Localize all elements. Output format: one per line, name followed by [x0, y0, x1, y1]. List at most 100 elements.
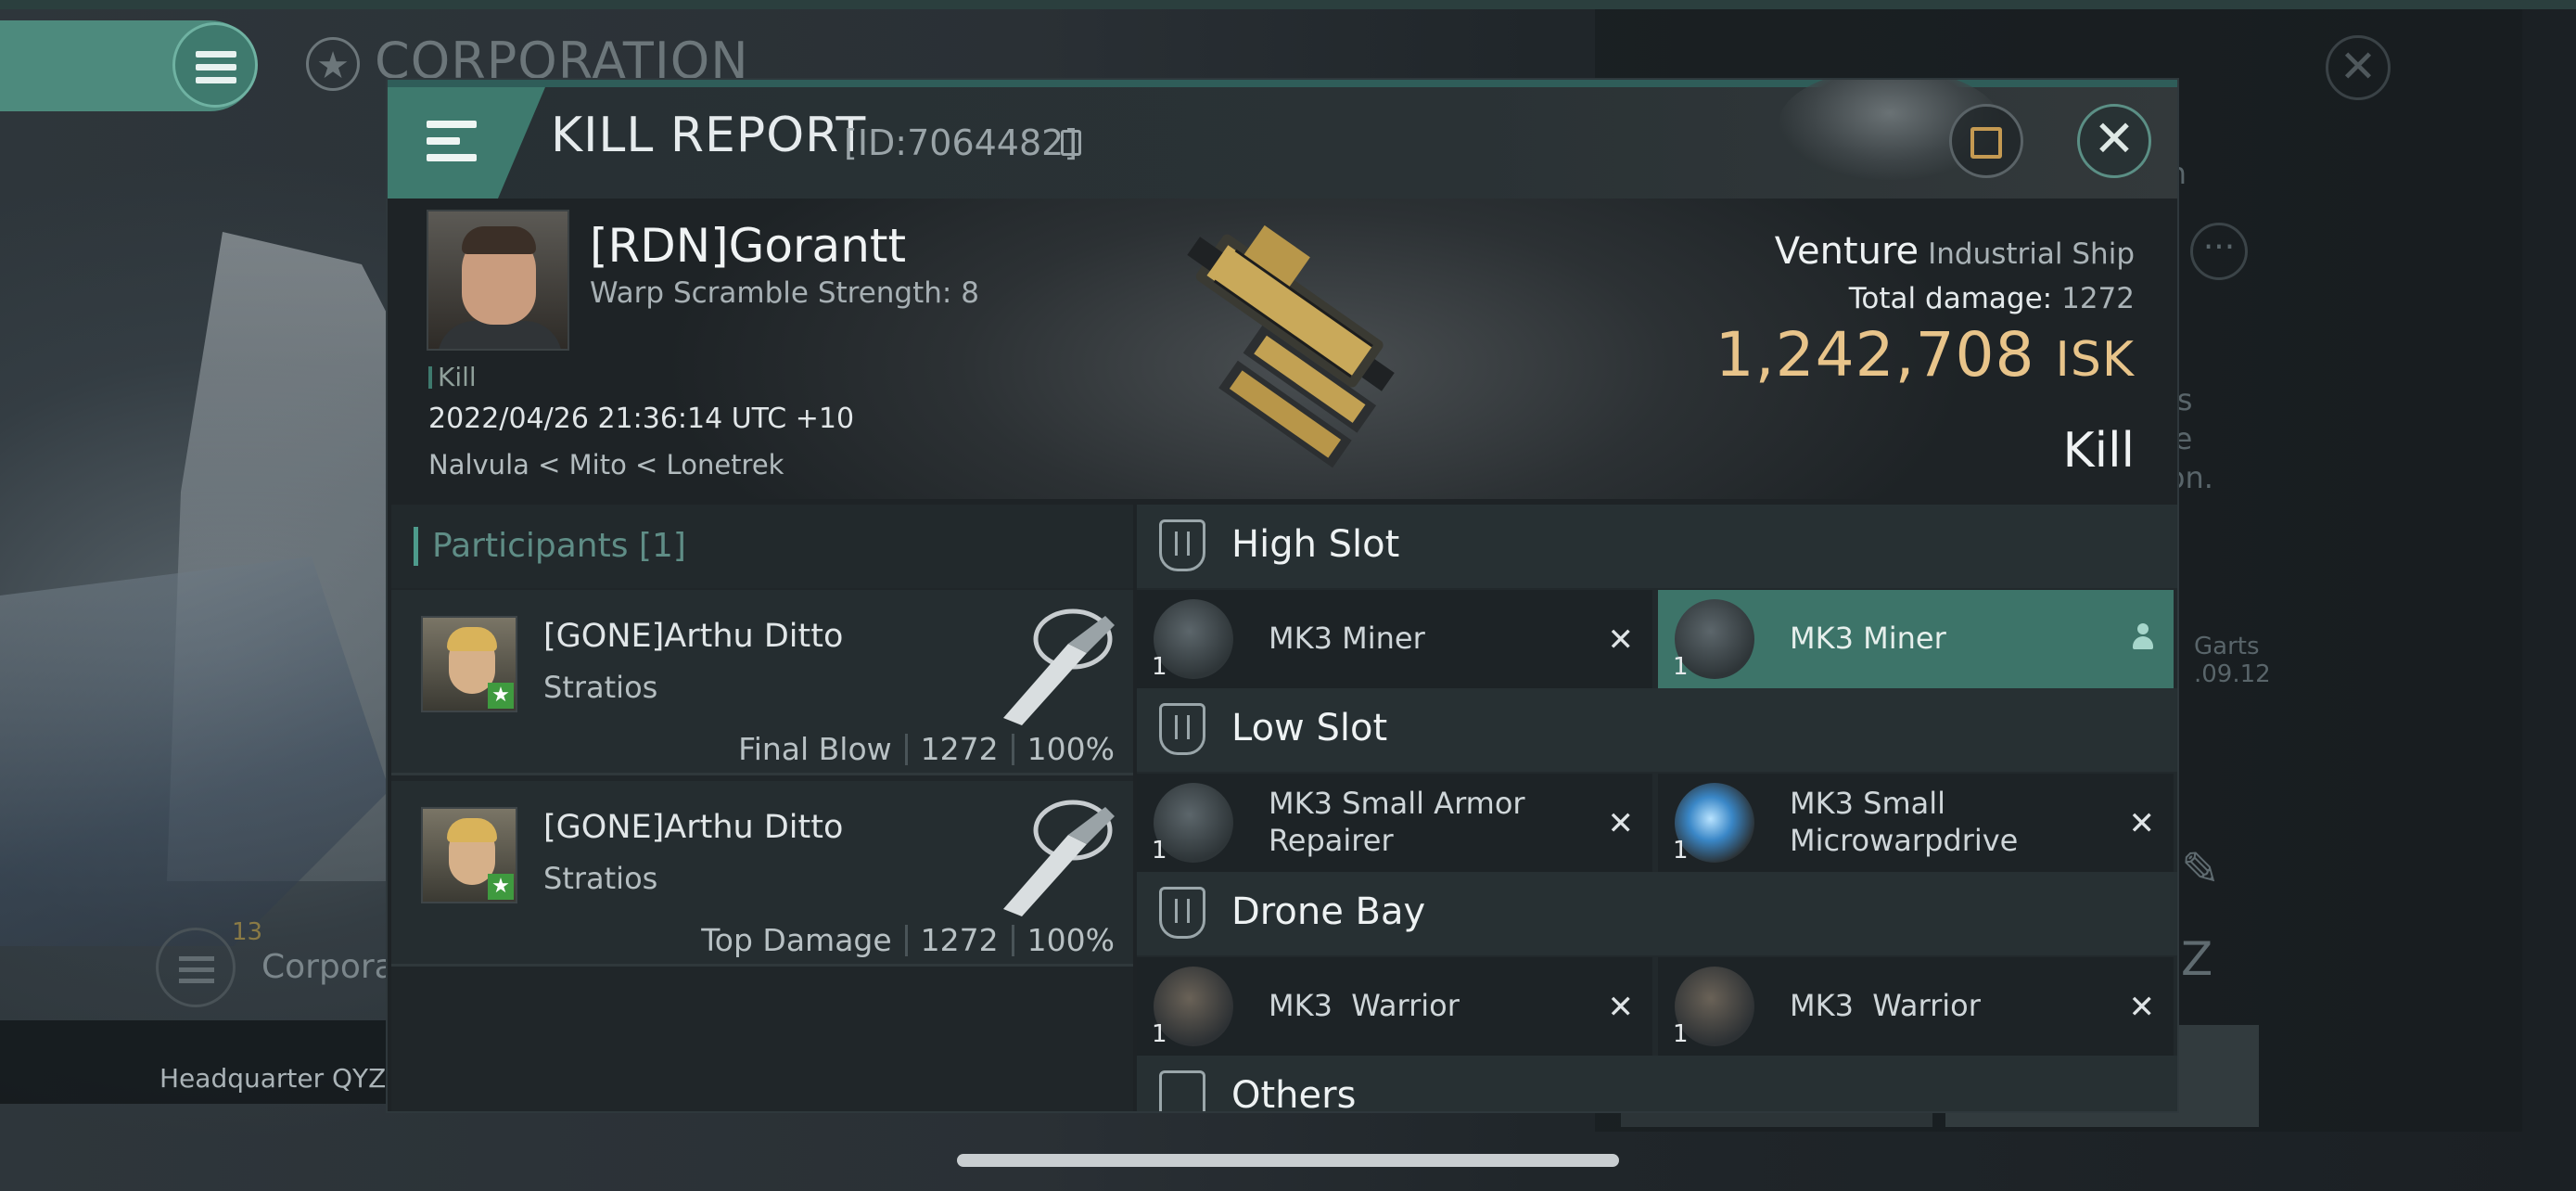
participants-panel: Participants [1] ★ [GONE]Arthu Ditto Str…	[391, 505, 1133, 1111]
corporation-circle-icon[interactable]	[156, 928, 236, 1007]
kill-id: [ID:7064482]	[844, 122, 1078, 163]
total-damage-label: Total damage:	[1848, 282, 2053, 315]
high-slot-icon	[1159, 519, 1205, 571]
participant-stats: Final Blow 1272 100%	[738, 731, 1115, 767]
fitting-panel: High Slot 1 MK3 Miner ✕ 1 MK3 Miner Low …	[1137, 505, 2177, 1111]
fitting-item[interactable]: 1 MK3 Small Microwarpdrive ✕	[1658, 774, 2174, 872]
participants-header: Participants [1]	[391, 505, 1133, 588]
fitting-item[interactable]: 1 MK3 Warrior ✕	[1137, 957, 1652, 1056]
drone-bay-header: Drone Bay	[1137, 872, 2177, 955]
fitting-item[interactable]: 1 MK3 Miner ✕	[1137, 590, 1652, 688]
close-icon[interactable]: ✕	[1608, 805, 1635, 842]
item-name: MK3 Warrior	[1269, 988, 1460, 1023]
kill-datetime: 2022/04/26 21:36:14 UTC +10	[428, 403, 855, 435]
close-icon[interactable]: ✕	[2129, 805, 2156, 842]
low-slot-header: Low Slot	[1137, 688, 2177, 772]
copy-icon[interactable]	[1061, 130, 1081, 156]
item-name: MK3 Miner	[1269, 621, 1425, 656]
low-slot-label: Low Slot	[1231, 707, 1388, 749]
item-quantity: 1	[1152, 837, 1167, 864]
participant-stats: Top Damage 1272 100%	[701, 922, 1115, 958]
star-badge-icon: ★	[488, 874, 514, 900]
fitting-item[interactable]: 1 MK3 Small Armor Repairer ✕	[1137, 774, 1652, 872]
drone-bay-icon	[1159, 887, 1205, 939]
high-slot-header: High Slot	[1137, 505, 2177, 588]
high-slot-label: High Slot	[1231, 523, 1400, 566]
kill-tag-label: Kill	[438, 362, 477, 392]
participant-row[interactable]: ★ [GONE]Arthu Ditto Stratios Final Blow 1…	[391, 590, 1133, 775]
isk-unit: ISK	[2055, 332, 2135, 388]
participant-role: Top Damage	[701, 922, 892, 958]
participant-name: [GONE]Arthu Ditto	[543, 809, 844, 846]
total-damage-value: 1272	[2061, 282, 2135, 315]
background-station-structure-lower	[0, 557, 389, 946]
warp-scramble-strength: Warp Scramble Strength: 8	[590, 276, 979, 310]
item-quantity: 1	[1152, 1020, 1167, 1048]
close-button[interactable]: ✕	[2077, 104, 2151, 178]
participant-avatar[interactable]: ★	[421, 616, 517, 712]
background-top-line	[0, 0, 2576, 9]
victim-avatar[interactable]	[427, 210, 569, 351]
participant-ship: Stratios	[543, 670, 658, 705]
modal-header: KILL REPORT [ID:7064482] ✕	[388, 80, 2177, 198]
item-quantity: 1	[1673, 1020, 1689, 1048]
share-button[interactable]	[1949, 104, 2023, 178]
item-name: MK3 Warrior	[1790, 988, 1981, 1023]
close-icon[interactable]: ✕	[1608, 989, 1635, 1026]
share-icon	[1970, 127, 2002, 159]
ship-name: Venture	[1774, 230, 1919, 273]
ship-class: Industrial Ship	[1928, 237, 2135, 271]
low-slot-icon	[1159, 703, 1205, 755]
item-quantity: 1	[1673, 837, 1689, 864]
home-indicator[interactable]	[957, 1154, 1619, 1167]
participant-avatar[interactable]: ★	[421, 807, 517, 903]
menu-button[interactable]	[388, 87, 545, 198]
participant-row[interactable]: ★ [GONE]Arthu Ditto Stratios Top Damage 1…	[391, 781, 1133, 967]
kill-report-modal: KILL REPORT [ID:7064482] ✕ [RDN]Gorantt …	[386, 78, 2179, 1113]
item-name-line1: MK3 Small	[1790, 786, 1945, 821]
item-name-line2: Repairer	[1269, 823, 1394, 858]
close-icon[interactable]: ✕	[1608, 621, 1635, 659]
person-icon[interactable]	[2133, 623, 2153, 651]
participant-ship: Stratios	[543, 861, 658, 896]
drone-bay-label: Drone Bay	[1231, 890, 1426, 933]
fitting-item[interactable]: 1 MK3 Warrior ✕	[1658, 957, 2174, 1056]
participant-damage: 1272	[920, 922, 999, 958]
close-icon[interactable]: ✕	[2129, 989, 2156, 1026]
stratios-ship-icon	[1003, 800, 1115, 916]
kill-result: Kill	[2062, 423, 2135, 479]
kill-location: Nalvula < Mito < Lonetrek	[428, 449, 784, 480]
participant-percent: 100%	[1027, 731, 1115, 767]
corporation-count: 13	[232, 918, 263, 946]
star-badge-icon: ★	[488, 683, 514, 709]
corporation-star-icon: ★	[306, 37, 360, 91]
participant-damage: 1272	[920, 731, 999, 767]
others-label: Others	[1231, 1074, 1357, 1111]
total-damage: Total damage: 1272	[1849, 282, 2135, 315]
background-text: Garts	[2194, 633, 2260, 660]
participants-title: Participants [1]	[432, 527, 686, 565]
more-options-icon[interactable]: ···	[2190, 223, 2248, 280]
item-quantity: 1	[1673, 653, 1689, 681]
cargo-box-icon	[1159, 1070, 1205, 1111]
item-name-line2: Microwarpdrive	[1790, 823, 2019, 858]
corporation-menu-button[interactable]	[172, 22, 258, 108]
others-header: Others	[1137, 1056, 2177, 1111]
headquarter-label: Headquarter QYZ	[159, 1063, 387, 1094]
item-quantity: 1	[1152, 653, 1167, 681]
kill-summary: [RDN]Gorantt Warp Scramble Strength: 8 K…	[388, 198, 2177, 499]
background-text: .09.12	[2194, 660, 2271, 688]
stratios-ship-icon	[1003, 608, 1115, 725]
isk-amount: 1,242,708	[1715, 319, 2035, 391]
participant-percent: 100%	[1027, 922, 1115, 958]
item-name: MK3 Miner	[1790, 621, 1946, 656]
sort-icon[interactable]: Z	[2181, 932, 2213, 986]
background-close-icon[interactable]: ✕	[2326, 35, 2391, 100]
isk-value: 1,242,708 ISK	[1715, 319, 2135, 391]
ship-type[interactable]: Venture Industrial Ship	[1775, 230, 2135, 273]
ship-render-image	[1187, 224, 1395, 468]
fitting-item-selected[interactable]: 1 MK3 Miner	[1658, 590, 2174, 688]
edit-icon[interactable]: ✎	[2181, 842, 2220, 896]
page-title: KILL REPORT	[551, 108, 867, 163]
victim-name[interactable]: [RDN]Gorantt	[590, 219, 906, 273]
